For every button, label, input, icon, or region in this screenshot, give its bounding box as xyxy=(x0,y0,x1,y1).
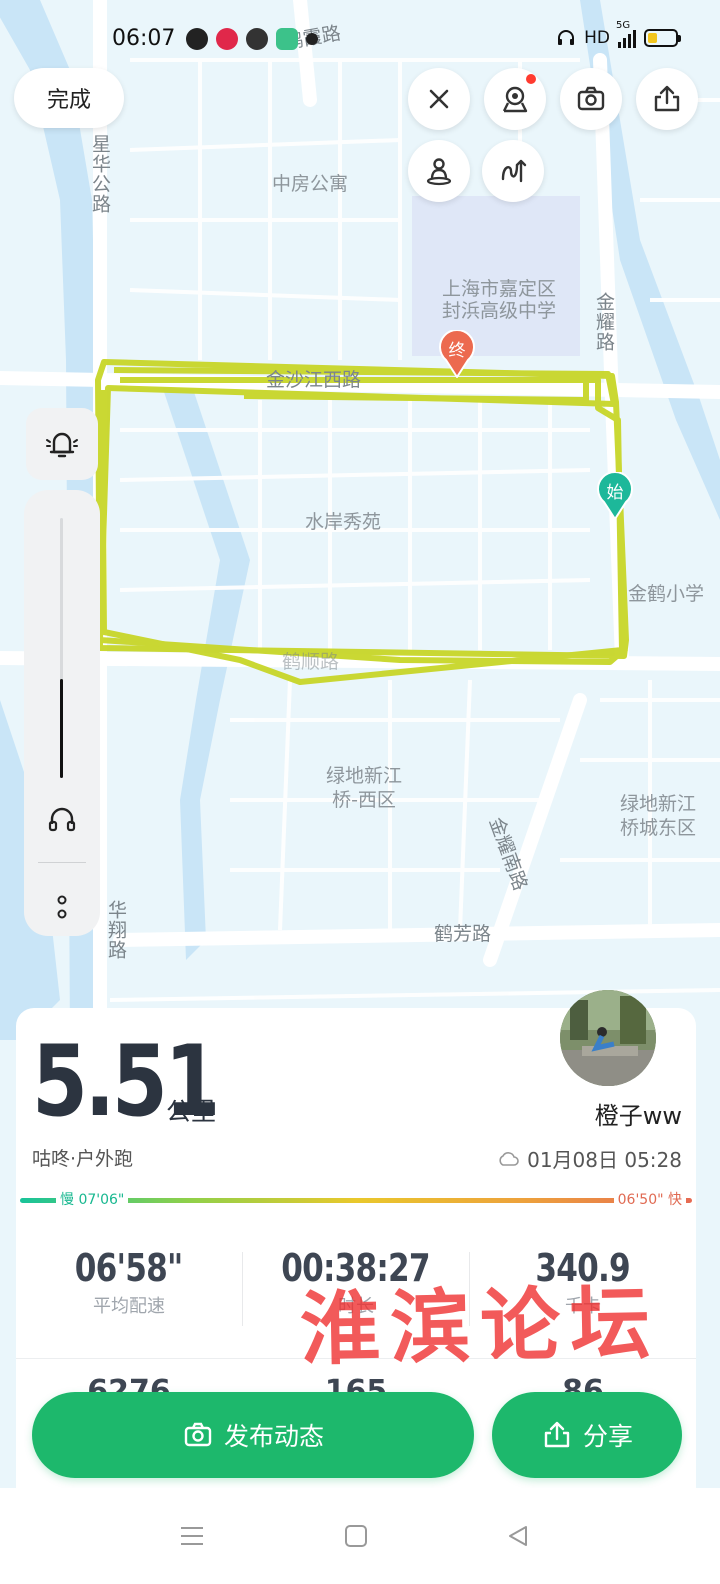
forum-watermark: 淮滨论坛 xyxy=(299,1275,661,1377)
map-label-jinshajiang-road: 金沙江西路 xyxy=(266,369,362,391)
end-marker[interactable]: 终 xyxy=(438,330,476,378)
system-nav-bar xyxy=(0,1488,720,1584)
panel-divider xyxy=(38,862,86,863)
app-icon xyxy=(276,28,298,50)
done-button[interactable]: 完成 xyxy=(14,68,124,128)
person-marker-button[interactable] xyxy=(408,140,470,202)
map-label-school: 上海市嘉定区 封浜高级中学 xyxy=(442,278,557,322)
app-icon xyxy=(246,28,268,50)
pace-fast-label: 06'50" 快 xyxy=(613,1191,686,1209)
map-label-lvdi-east: 绿地新江 桥城东区 xyxy=(620,793,697,839)
location-user-icon xyxy=(502,86,528,113)
nav-menu-button[interactable] xyxy=(174,1518,210,1554)
menu-icon xyxy=(181,1527,203,1545)
voice-panel xyxy=(24,490,100,936)
location-user-button[interactable] xyxy=(484,68,546,130)
sport-type: 咕咚·户外跑 xyxy=(32,1148,134,1170)
voice-alert-button[interactable] xyxy=(26,408,98,480)
nav-back-button[interactable] xyxy=(500,1518,536,1554)
notification-dot xyxy=(526,74,536,84)
status-bar: 06:07 HD 5G xyxy=(0,0,720,80)
share-label: 分享 xyxy=(582,1422,633,1451)
camera-icon xyxy=(184,1422,212,1447)
app-icon xyxy=(216,28,238,50)
map-label-lvdi-west: 绿地新江 桥-西区 xyxy=(326,765,403,811)
back-icon xyxy=(509,1526,527,1546)
notification-icons xyxy=(186,28,318,50)
route-swap-button[interactable] xyxy=(482,140,544,202)
share-icon xyxy=(544,1421,570,1448)
signal-icon xyxy=(618,42,621,48)
activity-datetime: 01月08日 05:28 xyxy=(527,1148,682,1172)
more-icon[interactable] xyxy=(54,892,70,922)
stat-label: 平均配速 xyxy=(93,1296,165,1317)
close-icon xyxy=(429,89,449,109)
headset-status-icon xyxy=(558,30,575,45)
cloud-icon xyxy=(499,1151,519,1166)
battery-icon xyxy=(644,29,681,47)
map-label-hefang-road: 鹤芳路 xyxy=(434,923,492,945)
map-label-heshun-road: 鹤顺路 xyxy=(282,651,340,673)
status-time: 06:07 xyxy=(112,26,176,51)
nav-home-button[interactable] xyxy=(338,1518,374,1554)
home-icon xyxy=(345,1525,367,1547)
camera-button[interactable] xyxy=(560,68,622,130)
route-swap-icon xyxy=(501,159,527,183)
camera-icon xyxy=(577,86,605,111)
person-marker-icon xyxy=(426,158,452,186)
distance-unit: 公里 xyxy=(166,1097,217,1126)
username: 橙子ww xyxy=(594,1102,682,1130)
map-label-huaxiang-road: 华翔路 xyxy=(105,900,127,960)
app-icon xyxy=(306,33,318,45)
map-label-xinghua-road: 星华公路 xyxy=(89,134,111,214)
headset-icon[interactable] xyxy=(46,804,78,836)
network-indicator: 5G xyxy=(616,20,636,48)
start-marker-label: 始 xyxy=(606,483,624,503)
publish-post-button[interactable]: 发布动态 xyxy=(32,1392,474,1478)
avatar[interactable] xyxy=(560,990,656,1086)
route-map[interactable]: 鹤霞路 星华公路 中房公寓 上海市嘉定区 封浜高级中学 金耀路 金沙江西路 水岸… xyxy=(0,0,720,1040)
bell-icon xyxy=(46,432,78,458)
map-label-zhongfang: 中房公寓 xyxy=(272,173,349,195)
pace-gradient-bar: 慢 07'06" 06'50" 快 xyxy=(20,1191,692,1209)
app-icon xyxy=(186,28,208,50)
map-label-jinyao-road: 金耀路 xyxy=(593,292,615,352)
map-label-shuianxiuyuan: 水岸秀苑 xyxy=(305,511,382,533)
start-marker[interactable]: 始 xyxy=(596,472,634,520)
hd-indicator: HD xyxy=(584,28,610,48)
share-button[interactable]: 分享 xyxy=(492,1392,682,1478)
close-button[interactable] xyxy=(408,68,470,130)
map-label-jinhe-school: 金鹤小学 xyxy=(628,583,705,605)
publish-post-label: 发布动态 xyxy=(223,1422,324,1451)
end-marker-label: 终 xyxy=(448,341,466,361)
share-top-button[interactable] xyxy=(636,68,698,130)
stat-value: 06'58" xyxy=(75,1246,183,1290)
volume-level[interactable] xyxy=(60,679,63,778)
stat-avg-pace: 06'58" 平均配速 xyxy=(16,1246,242,1318)
share-icon xyxy=(654,85,680,112)
pace-slow-label: 慢 07'06" xyxy=(56,1191,129,1209)
